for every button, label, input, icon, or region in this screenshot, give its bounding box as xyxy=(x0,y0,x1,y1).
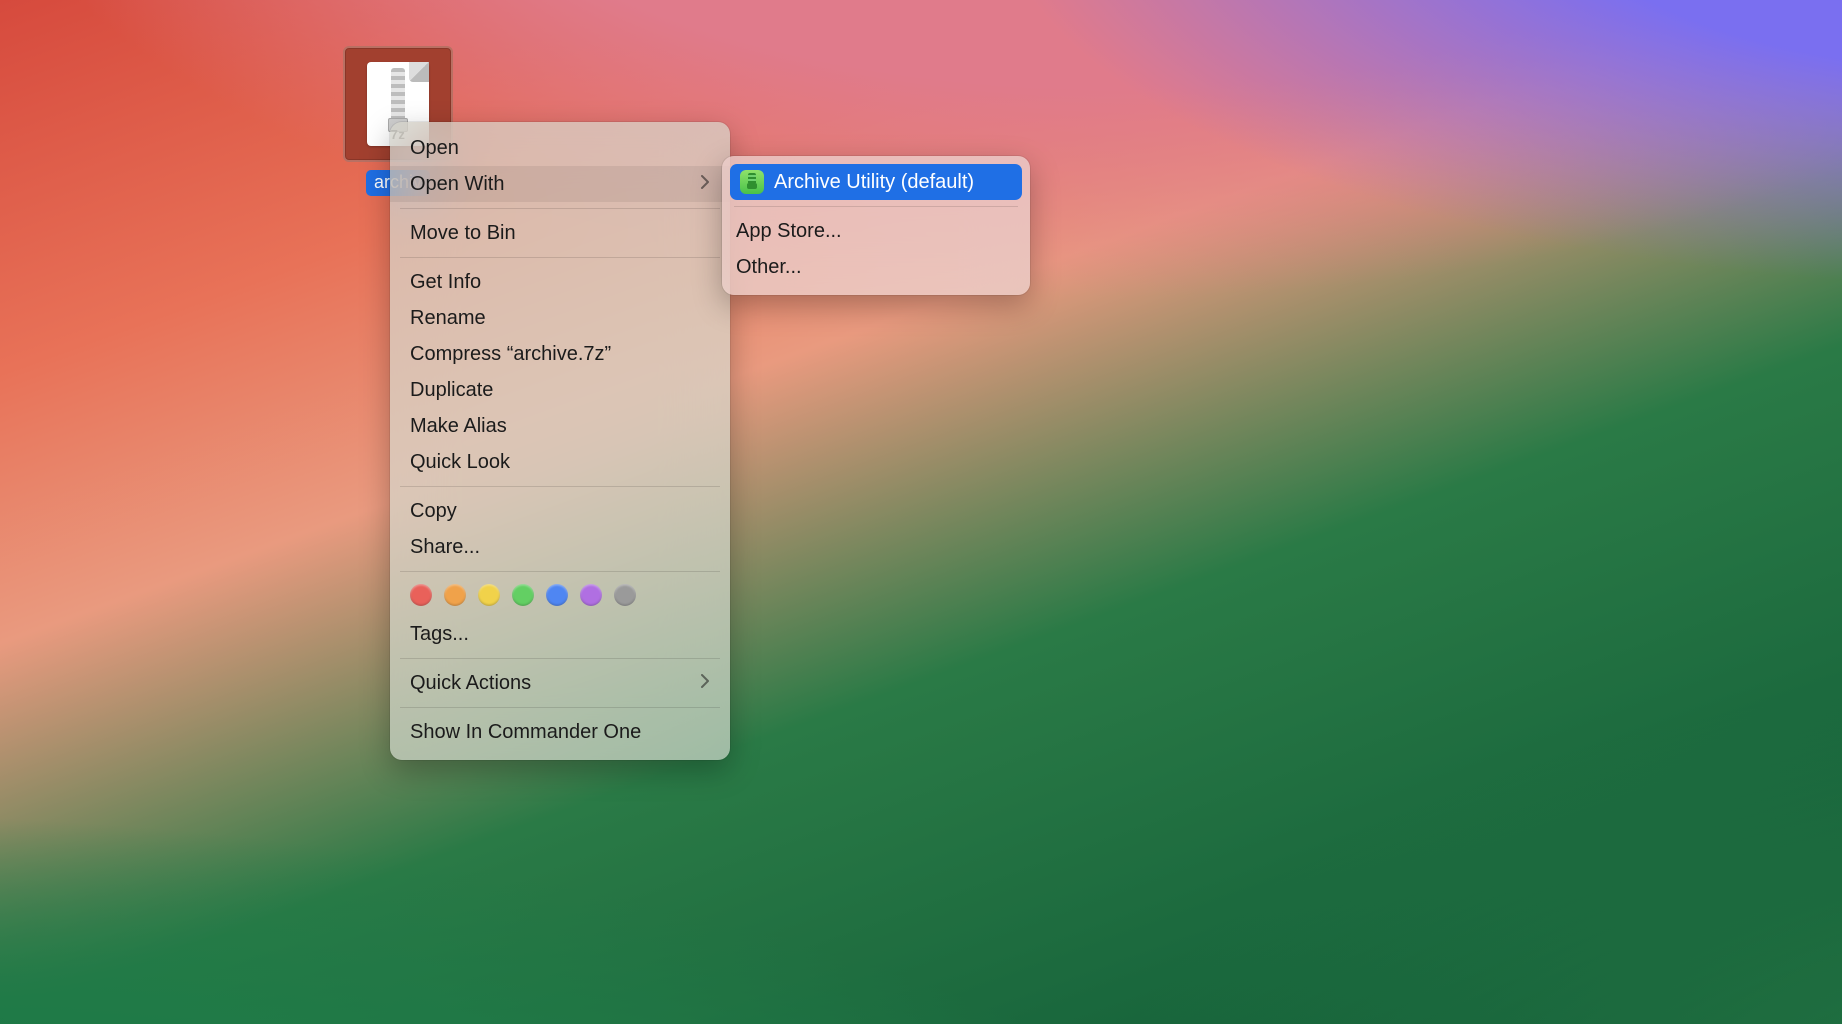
menu-item-label: Tags... xyxy=(410,621,469,647)
menu-item-move-to-bin[interactable]: Move to Bin xyxy=(390,215,730,251)
tag-color-dot-4[interactable] xyxy=(546,584,568,606)
menu-separator xyxy=(400,257,720,258)
menu-separator xyxy=(734,206,1018,207)
tag-color-dot-1[interactable] xyxy=(444,584,466,606)
menu-item-label: Open With xyxy=(410,171,504,197)
menu-item-tags[interactable]: Tags... xyxy=(390,616,730,652)
menu-item-open[interactable]: Open xyxy=(390,130,730,166)
submenu-item-other[interactable]: Other... xyxy=(722,249,1030,285)
tag-color-dot-5[interactable] xyxy=(580,584,602,606)
archive-utility-app-icon xyxy=(740,170,764,194)
menu-item-duplicate[interactable]: Duplicate xyxy=(390,372,730,408)
menu-item-copy[interactable]: Copy xyxy=(390,493,730,529)
menu-item-share[interactable]: Share... xyxy=(390,529,730,565)
submenu-item-label: Other... xyxy=(736,254,802,280)
tag-color-dot-0[interactable] xyxy=(410,584,432,606)
menu-item-label: Compress “archive.7z” xyxy=(410,341,611,367)
menu-item-label: Quick Look xyxy=(410,449,510,475)
menu-item-label: Make Alias xyxy=(410,413,507,439)
menu-item-label: Move to Bin xyxy=(410,220,516,246)
menu-item-quick-look[interactable]: Quick Look xyxy=(390,444,730,480)
menu-item-label: Quick Actions xyxy=(410,670,531,696)
menu-item-get-info[interactable]: Get Info xyxy=(390,264,730,300)
tags-color-row xyxy=(390,578,730,616)
submenu-item-label: Archive Utility (default) xyxy=(774,169,974,195)
submenu-item-archive-utility[interactable]: Archive Utility (default) xyxy=(730,164,1022,200)
tag-color-dot-2[interactable] xyxy=(478,584,500,606)
menu-item-label: Show In Commander One xyxy=(410,719,641,745)
menu-separator xyxy=(400,658,720,659)
submenu-item-app-store[interactable]: App Store... xyxy=(722,213,1030,249)
tag-color-dot-6[interactable] xyxy=(614,584,636,606)
menu-item-open-with[interactable]: Open With xyxy=(390,166,730,202)
menu-item-quick-actions[interactable]: Quick Actions xyxy=(390,665,730,701)
menu-item-label: Rename xyxy=(410,305,486,331)
context-menu: Open Open With Move to Bin Get Info Rena… xyxy=(390,122,730,760)
menu-item-make-alias[interactable]: Make Alias xyxy=(390,408,730,444)
tag-color-dot-3[interactable] xyxy=(512,584,534,606)
menu-item-label: Open xyxy=(410,135,459,161)
desktop-wallpaper xyxy=(0,0,1842,1024)
chevron-right-icon xyxy=(700,670,710,696)
menu-separator xyxy=(400,707,720,708)
submenu-item-label: App Store... xyxy=(736,218,842,244)
menu-item-compress[interactable]: Compress “archive.7z” xyxy=(390,336,730,372)
menu-item-show-in-commander-one[interactable]: Show In Commander One xyxy=(390,714,730,750)
menu-separator xyxy=(400,486,720,487)
menu-separator xyxy=(400,571,720,572)
menu-separator xyxy=(400,208,720,209)
menu-item-label: Get Info xyxy=(410,269,481,295)
chevron-right-icon xyxy=(700,171,710,197)
menu-item-label: Duplicate xyxy=(410,377,493,403)
menu-item-label: Copy xyxy=(410,498,457,524)
menu-item-rename[interactable]: Rename xyxy=(390,300,730,336)
open-with-submenu: Archive Utility (default) App Store... O… xyxy=(722,156,1030,295)
zipper-icon xyxy=(391,68,405,122)
menu-item-label: Share... xyxy=(410,534,480,560)
